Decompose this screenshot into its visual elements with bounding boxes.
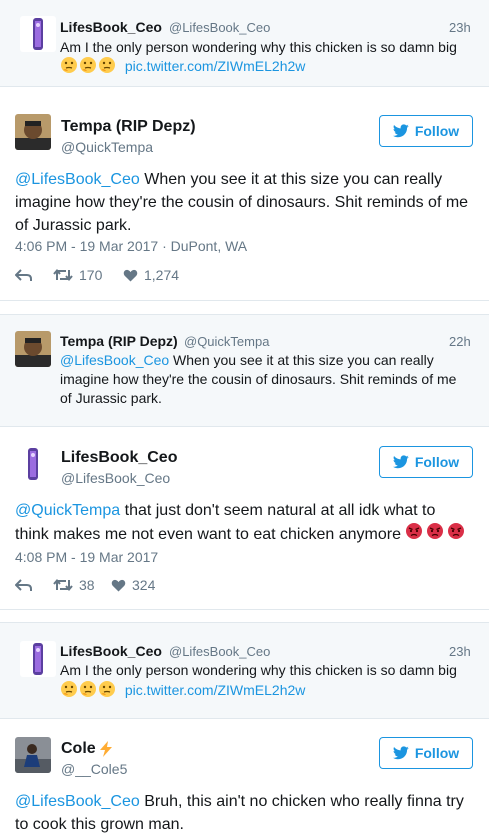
tweet-meta[interactable]: 4:06 PM - 19 Mar 2017 · DuPont, WA	[15, 238, 247, 254]
mention-link[interactable]: @LifesBook_Ceo	[15, 793, 140, 810]
tweet-text: @LifesBook_Ceo When you see it at this s…	[15, 168, 480, 237]
twitter-bird-icon	[392, 124, 409, 138]
tweet-text-line: imagine how they're the cousin of dinosa…	[15, 194, 469, 211]
quoted-text-body: Am I the only person wondering why this …	[60, 662, 457, 678]
heart-icon	[111, 579, 126, 592]
author-handle[interactable]: @LifesBook_Ceo	[169, 20, 270, 35]
heart-icon	[123, 269, 138, 282]
twitter-bird-icon	[392, 455, 409, 469]
quoted-text-line: When you see it at this size you can rea…	[169, 352, 434, 368]
avatar-tempa[interactable]	[15, 114, 51, 150]
follow-button[interactable]: Follow	[379, 115, 473, 147]
retweet-icon	[53, 578, 73, 592]
timestamp[interactable]: 23h	[449, 644, 471, 659]
angry-emoji	[426, 522, 446, 542]
quoted-text: Am I the only person wondering why this …	[60, 38, 480, 57]
author-name[interactable]: Tempa (RIP Depz)	[60, 333, 178, 349]
quoted-text-body: Am I the only person wondering why this …	[60, 39, 457, 55]
reply-icon	[15, 578, 32, 591]
quoted-text: @LifesBook_Ceo When you see it at this s…	[60, 351, 480, 408]
retweet-button[interactable]: 170	[53, 267, 123, 283]
follow-label: Follow	[414, 454, 460, 470]
author-name-row[interactable]: Cole	[61, 740, 115, 758]
thinking-emoji	[79, 680, 97, 698]
tweet-text-line: When you see it at this size you can rea…	[139, 171, 443, 188]
like-button[interactable]: 1,274	[123, 267, 179, 283]
mention-link[interactable]: @LifesBook_Ceo	[15, 171, 140, 188]
thinking-emoji	[98, 56, 116, 74]
reply-icon	[15, 268, 32, 281]
quoted-link-row: pic.twitter.com/ZIWmEL2h2w	[60, 680, 305, 700]
author-name[interactable]: LifesBook_Ceo	[61, 449, 177, 467]
tweet-text-line: that just don't seem natural at all idk …	[120, 502, 436, 519]
quoted-link-row: pic.twitter.com/ZIWmEL2h2w	[60, 56, 305, 76]
reply-button[interactable]	[15, 578, 53, 592]
quoted-text: Am I the only person wondering why this …	[60, 661, 480, 680]
retweet-count: 38	[79, 577, 95, 593]
author-handle[interactable]: @LifesBook_Ceo	[169, 644, 270, 659]
author-handle[interactable]: @LifesBook_Ceo	[61, 470, 170, 486]
angry-emoji	[447, 522, 467, 542]
avatar-cole[interactable]	[15, 737, 51, 773]
avatar-lifesbook[interactable]	[20, 16, 56, 52]
quoted-text-line: of Jurassic park.	[60, 390, 162, 406]
tweet-text: @QuickTempa that just don't seem natural…	[15, 499, 480, 546]
quoted-text-line: imagine how they're the cousin of dinosa…	[60, 371, 457, 387]
retweet-button[interactable]: 38	[53, 577, 111, 593]
like-count: 1,274	[144, 267, 180, 283]
avatar-tempa[interactable]	[15, 331, 51, 367]
pic-link[interactable]: pic.twitter.com/ZIWmEL2h2w	[125, 58, 306, 74]
mention-link[interactable]: @LifesBook_Ceo	[60, 352, 169, 368]
action-bar: 170 1,274	[15, 265, 179, 285]
twitter-bird-icon	[392, 746, 409, 760]
tweet-text-line: think makes me not even want to eat chic…	[15, 526, 401, 543]
author-handle[interactable]: @QuickTempa	[61, 139, 153, 155]
author-handle[interactable]: @QuickTempa	[184, 334, 269, 349]
retweet-count: 170	[79, 267, 103, 283]
follow-label: Follow	[414, 123, 460, 139]
reply-button[interactable]	[15, 268, 53, 282]
avatar-lifesbook[interactable]	[20, 641, 56, 677]
author-name[interactable]: Tempa (RIP Depz)	[61, 118, 196, 136]
author-name[interactable]: LifesBook_Ceo	[60, 643, 162, 659]
thinking-emoji	[98, 680, 116, 698]
timestamp[interactable]: 23h	[449, 20, 471, 35]
angry-emoji	[405, 522, 425, 542]
thinking-emoji	[60, 680, 78, 698]
follow-button[interactable]: Follow	[379, 446, 473, 478]
like-count: 324	[132, 577, 156, 593]
lightning-emoji	[99, 741, 112, 757]
tweet-text-line: Bruh, this ain't no chicken who really f…	[139, 793, 464, 810]
follow-button[interactable]: Follow	[379, 737, 473, 769]
retweet-icon	[53, 268, 73, 282]
author-name: Cole	[61, 740, 96, 757]
timestamp[interactable]: 22h	[449, 334, 471, 349]
tweet-meta[interactable]: 4:08 PM - 19 Mar 2017	[15, 549, 158, 565]
follow-label: Follow	[414, 745, 460, 761]
like-button[interactable]: 324	[111, 577, 155, 593]
author-handle[interactable]: @__Cole5	[61, 761, 127, 777]
tweet-text-line: of Jurassic park.	[15, 217, 132, 234]
tweet-text: @LifesBook_Ceo Bruh, this ain't no chick…	[15, 790, 480, 836]
tweet-text-line: to cook this grown man.	[15, 816, 184, 833]
avatar-lifesbook[interactable]	[15, 446, 51, 482]
author-name[interactable]: LifesBook_Ceo	[60, 19, 162, 35]
action-bar: 38 324	[15, 575, 155, 595]
pic-link[interactable]: pic.twitter.com/ZIWmEL2h2w	[125, 682, 306, 698]
mention-link[interactable]: @QuickTempa	[15, 502, 120, 519]
thinking-emoji	[79, 56, 97, 74]
thinking-emoji	[60, 56, 78, 74]
